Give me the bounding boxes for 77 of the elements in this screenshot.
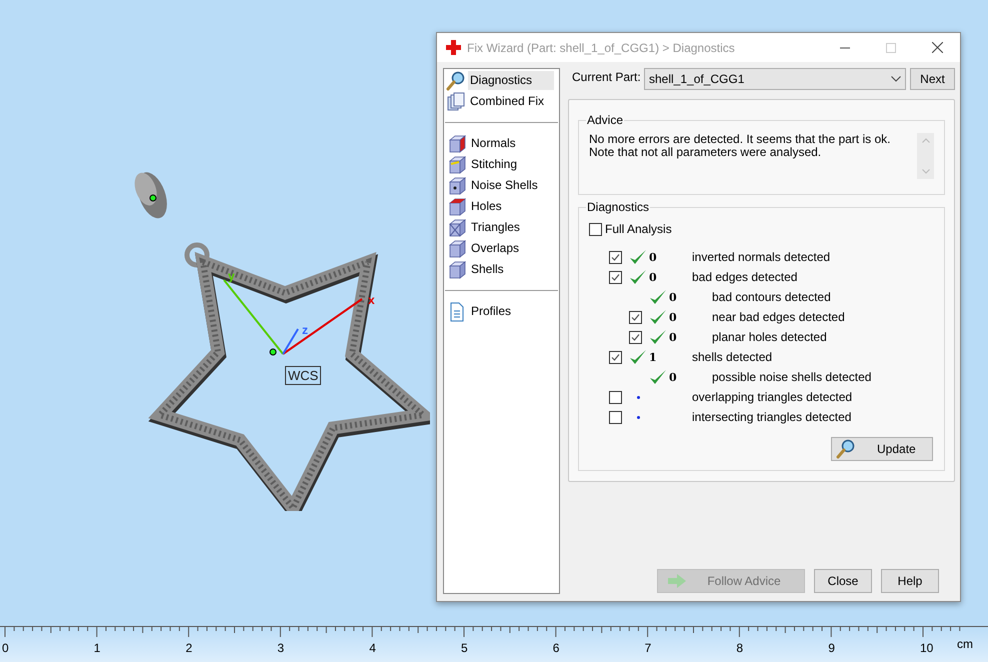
scrollbar[interactable] — [917, 133, 934, 179]
cube-icon — [447, 238, 467, 258]
sidebar-item[interactable]: Shells — [469, 260, 506, 279]
ruler-unit: cm — [957, 638, 973, 650]
magnifier-icon — [446, 70, 466, 90]
arrow-right-icon — [667, 574, 688, 588]
pages-icon — [446, 92, 466, 112]
cube-icon — [447, 196, 467, 216]
full-analysis-label: Full Analysis — [605, 221, 672, 238]
sidebar-item[interactable]: Stitching — [469, 155, 520, 174]
diagnostic-label: shells detected — [692, 349, 772, 366]
checkbox[interactable] — [609, 270, 622, 284]
part-dropdown[interactable]: shell_1_of_CGG1 — [644, 68, 906, 90]
checkbox[interactable] — [609, 390, 622, 404]
ruler-label: 3 — [277, 642, 284, 654]
chevron-down-icon — [891, 76, 901, 82]
ruler-label: 10 — [920, 642, 934, 654]
sidebar-item[interactable]: Overlaps — [469, 239, 522, 258]
scroll-up-icon — [922, 138, 930, 143]
sidebar-item[interactable]: Noise Shells — [469, 176, 540, 195]
checkbox[interactable] — [609, 410, 622, 424]
ruler-label: 4 — [369, 642, 376, 654]
axis-label: y — [228, 270, 235, 282]
maximize-icon — [886, 42, 896, 52]
ruler-label: 2 — [186, 642, 192, 654]
checkbox[interactable] — [609, 350, 622, 364]
sidebar-item[interactable]: Holes — [469, 197, 504, 216]
ruler-label: 7 — [644, 642, 652, 654]
dialog-button[interactable]: Close — [814, 569, 872, 593]
diagnostic-label: planar holes detected — [712, 329, 827, 346]
advice-text: No more errors are detected. It seems that the part is ok. Note that not all parameters were analysed. — [589, 133, 892, 161]
count: 0 — [669, 371, 677, 384]
diagnostic-label: near bad edges detected — [712, 309, 845, 326]
cube-icon — [447, 218, 467, 238]
count: 0 — [669, 311, 677, 324]
sidebar-item[interactable]: Profiles — [469, 302, 514, 321]
ruler-label: 1 — [94, 642, 100, 654]
group-title: Advice — [586, 113, 624, 127]
ruler-label: 9 — [828, 642, 835, 654]
diagnostic-label: possible noise shells detected — [712, 369, 872, 386]
current-part-label: Current Part: — [572, 69, 640, 86]
checkbox[interactable] — [589, 222, 602, 236]
cube-icon — [447, 134, 467, 154]
checkbox[interactable] — [609, 250, 622, 264]
next-button[interactable]: Next — [910, 68, 955, 90]
cube-icon — [447, 154, 467, 174]
window-title: Fix Wizard (Part: shell_1_of_CGG1) > Diagnostics — [467, 40, 735, 56]
count: 0 — [669, 291, 677, 304]
dialog-button[interactable]: Help — [881, 569, 939, 593]
ruler-label: 8 — [736, 642, 744, 654]
ruler-label: 5 — [461, 642, 468, 654]
checkbox[interactable] — [629, 330, 642, 344]
count: 0 — [649, 251, 657, 264]
scroll-down-icon — [922, 169, 930, 174]
ruler-label: 6 — [552, 642, 560, 654]
count: 0 — [669, 331, 677, 344]
cube-icon — [447, 176, 467, 196]
cross-icon — [446, 40, 461, 55]
wcs-label: WCS — [285, 366, 322, 385]
magnifier-icon — [836, 439, 856, 459]
diagnostic-label: bad edges detected — [692, 269, 798, 286]
checkbox[interactable] — [629, 310, 642, 324]
ruler-label: 0 — [2, 642, 9, 654]
sidebar-item[interactable]: Diagnostics — [468, 71, 554, 90]
count: 1 — [649, 351, 657, 364]
sidebar-item[interactable]: Normals — [469, 134, 518, 153]
cube-icon — [447, 260, 467, 280]
diagnostic-label: overlapping triangles detected — [692, 389, 852, 406]
axis-label: z — [302, 324, 308, 336]
count: 0 — [649, 271, 657, 284]
diagnostic-label: inverted normals detected — [692, 249, 830, 266]
diagnostic-label: intersecting triangles detected — [692, 409, 852, 426]
update-button[interactable]: Update — [831, 437, 933, 461]
sidebar-item[interactable]: Triangles — [469, 218, 522, 237]
diagnostic-label: bad contours detected — [712, 289, 831, 306]
group-title: Diagnostics — [586, 200, 650, 214]
sidebar-item[interactable]: Combined Fix — [468, 92, 546, 111]
